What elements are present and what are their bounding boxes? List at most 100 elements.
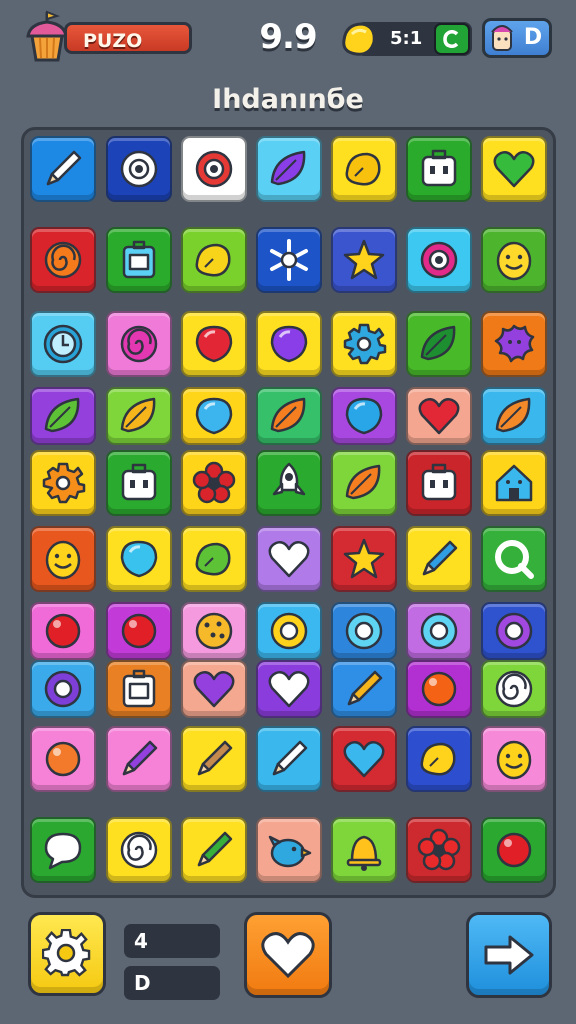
next-button[interactable] [466,912,552,998]
board-tile[interactable] [331,817,397,883]
board-tile[interactable] [481,387,547,445]
board-tile[interactable] [481,311,547,377]
flower-icon [417,828,461,871]
board-tile[interactable] [331,450,397,516]
swirl-icon [120,831,158,869]
pencil-icon [272,740,308,776]
board-tile[interactable] [256,602,322,660]
board-tile[interactable] [406,311,472,377]
board-tile[interactable] [181,726,247,792]
board-tile[interactable] [406,387,472,445]
smiley-icon [496,740,532,780]
heart-button[interactable] [244,912,332,998]
board-tile[interactable] [106,602,172,660]
board-tile[interactable] [106,136,172,202]
board-tile[interactable] [30,660,96,718]
settings-button[interactable] [28,912,106,996]
board-tile[interactable] [106,526,172,592]
board-tile[interactable] [406,817,472,883]
cookie-icon [195,612,233,650]
swirl-icon [44,241,82,279]
board-tile[interactable] [406,602,472,660]
board-tile[interactable] [30,311,96,377]
board-tile[interactable] [181,387,247,445]
board-tile[interactable] [106,311,172,377]
board-tile[interactable] [481,136,547,202]
dot-icon [121,613,157,649]
board-tile[interactable] [406,136,472,202]
board-tile[interactable] [331,136,397,202]
leaf-icon [120,397,156,433]
balloon-icon [345,397,383,435]
player-name-banner[interactable]: PUZO [64,22,192,54]
board-tile[interactable] [481,817,547,883]
leaf-icon [345,464,381,500]
board-tile[interactable] [181,227,247,293]
speech-bubble-icon [44,832,82,870]
board-tile[interactable] [481,660,547,718]
board-tile[interactable] [181,311,247,377]
board-tile[interactable] [106,227,172,293]
board-tile[interactable] [181,817,247,883]
board-tile[interactable] [30,817,96,883]
board-tile[interactable] [30,136,96,202]
board-tile[interactable] [481,526,547,592]
board-tile[interactable] [106,817,172,883]
leaf-icon [270,397,306,433]
board-tile[interactable] [256,526,322,592]
board-tile[interactable] [30,526,96,592]
board-tile[interactable] [331,602,397,660]
board-tile[interactable] [256,660,322,718]
ring-icon [420,612,458,650]
smiley-icon [496,241,532,281]
board-tile[interactable] [30,450,96,516]
leaf-icon [44,397,80,433]
board-tile[interactable] [481,602,547,660]
box-icon [122,669,156,708]
board-tile[interactable] [30,726,96,792]
board-tile[interactable] [256,227,322,293]
board-tile[interactable] [256,387,322,445]
board-tile[interactable] [331,660,397,718]
balloon-icon [195,397,233,435]
board-tile[interactable] [181,450,247,516]
board-tile[interactable] [181,136,247,202]
board-tile[interactable] [181,602,247,660]
board-tile[interactable] [30,227,96,293]
board-tile[interactable] [256,726,322,792]
board-tile[interactable] [256,450,322,516]
board-tile[interactable] [406,660,472,718]
board-tile[interactable] [106,450,172,516]
board-tile[interactable] [406,450,472,516]
board-tile[interactable] [331,726,397,792]
rocket-icon [272,462,306,496]
board-tile[interactable] [256,817,322,883]
board-tile[interactable] [406,726,472,792]
swirl-icon [120,325,158,363]
board-tile[interactable] [181,660,247,718]
target-icon [120,150,158,188]
swirl-icon [495,670,533,708]
board-tile[interactable] [331,227,397,293]
board-tile[interactable] [256,311,322,377]
balloon-icon [270,325,308,363]
board-tile[interactable] [406,227,472,293]
board-tile[interactable] [106,660,172,718]
board-tile[interactable] [30,602,96,660]
board-tile[interactable] [106,387,172,445]
board-tile[interactable] [331,311,397,377]
board-tile[interactable] [256,136,322,202]
board-tile[interactable] [406,526,472,592]
board-tile[interactable] [106,726,172,792]
board-tile[interactable] [181,526,247,592]
add-coins-button[interactable] [434,23,470,55]
board-tile[interactable] [331,526,397,592]
pencil-icon [197,740,233,776]
board-tile[interactable] [481,726,547,792]
lives-counter: D [124,966,220,1000]
board-tile[interactable] [331,387,397,445]
board-tile[interactable] [30,387,96,445]
board-tile[interactable] [481,227,547,293]
heart-icon [268,671,310,708]
board-tile[interactable] [481,450,547,516]
